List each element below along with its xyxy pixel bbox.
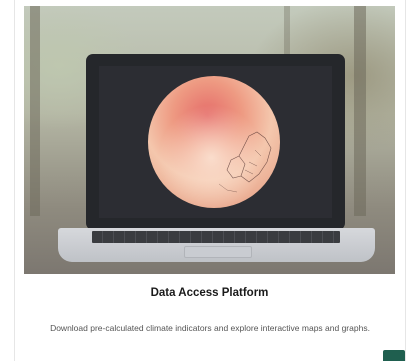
- tree-trunk-left: [30, 6, 40, 216]
- scroll-top-button[interactable]: [383, 350, 405, 361]
- laptop-trackpad: [184, 246, 252, 258]
- card-title[interactable]: Data Access Platform: [24, 287, 395, 299]
- tree-trunk-right: [354, 6, 366, 216]
- laptop-keyboard: [92, 231, 340, 243]
- laptop-screen: [99, 66, 332, 218]
- card-description: Download pre-calculated climate indicato…: [50, 323, 370, 333]
- globe-icon: [148, 76, 280, 208]
